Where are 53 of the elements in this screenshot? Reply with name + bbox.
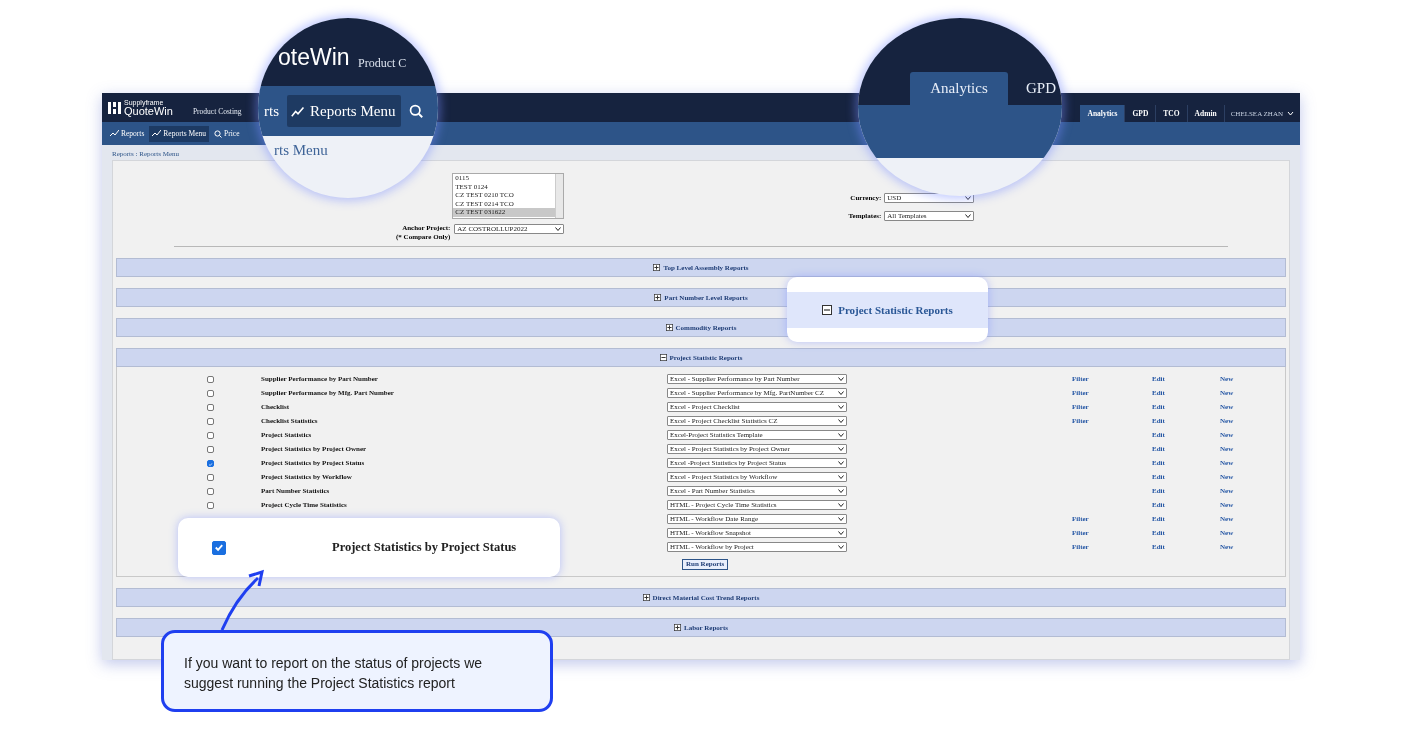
expand-toggle-icon: [659, 354, 667, 361]
caret-icon: [838, 531, 844, 535]
caret-icon: [555, 227, 562, 231]
caret-icon: [838, 391, 844, 395]
expand-toggle-icon: [654, 294, 662, 301]
caret-icon: [838, 405, 844, 409]
expand-toggle-icon: [653, 264, 661, 271]
nav-tab[interactable]: rts: [264, 95, 279, 127]
caret-icon: [838, 447, 844, 451]
caret-icon: [838, 419, 844, 423]
report-checkbox[interactable]: [207, 445, 214, 453]
report-checkbox[interactable]: [207, 375, 214, 383]
report-checkbox[interactable]: [207, 403, 214, 411]
caret-icon: [838, 517, 844, 521]
header-tab[interactable]: Analytics: [910, 72, 1008, 105]
caret-icon: [965, 196, 972, 200]
caret-icon: [838, 503, 844, 507]
logo-wordmark: oteWin: [278, 44, 350, 71]
report-name: Project Statistics by Project Status: [332, 540, 517, 555]
expand-toggle-icon: [822, 304, 833, 315]
caret-icon: [838, 475, 844, 479]
expand-toggle-icon: [665, 324, 673, 331]
logo-icon: [108, 100, 122, 115]
page-heading: rts Menu: [274, 142, 328, 159]
chart-icon: [152, 130, 162, 137]
chevron-down-icon: [1287, 111, 1294, 116]
product-title: Product C: [358, 56, 407, 71]
logo-wordmark: QuoteWin: [124, 105, 173, 117]
search-icon: [409, 104, 424, 118]
chart-icon: [291, 105, 305, 117]
report-checkbox[interactable]: [212, 540, 226, 555]
tip-text: If you want to report on the status of projects we suggest running the Project Statistics report: [184, 655, 483, 691]
report-checkbox[interactable]: [207, 473, 214, 481]
expand-toggle-icon: [642, 594, 650, 601]
scrollbar[interactable]: [555, 174, 564, 218]
chart-icon: [110, 130, 119, 137]
search-icon: [214, 129, 223, 138]
report-checkbox[interactable]: [207, 389, 214, 397]
expand-toggle-icon: [674, 624, 681, 631]
report-checkbox[interactable]: [207, 417, 214, 425]
nav-tab[interactable]: Reports Menu: [287, 95, 402, 127]
caret-icon: [838, 489, 844, 493]
header-tab[interactable]: GPD: [1024, 72, 1058, 105]
caret-icon: [838, 461, 844, 465]
report-checkbox[interactable]: [207, 459, 214, 467]
caret-icon: [965, 214, 972, 218]
caret-icon: [838, 545, 844, 549]
caret-icon: [838, 377, 844, 381]
caret-icon: [838, 433, 844, 437]
report-checkbox[interactable]: [207, 487, 214, 495]
section-header[interactable]: Project Statistic Reports: [787, 291, 988, 328]
report-checkbox[interactable]: [207, 501, 214, 509]
report-checkbox[interactable]: [207, 431, 214, 439]
